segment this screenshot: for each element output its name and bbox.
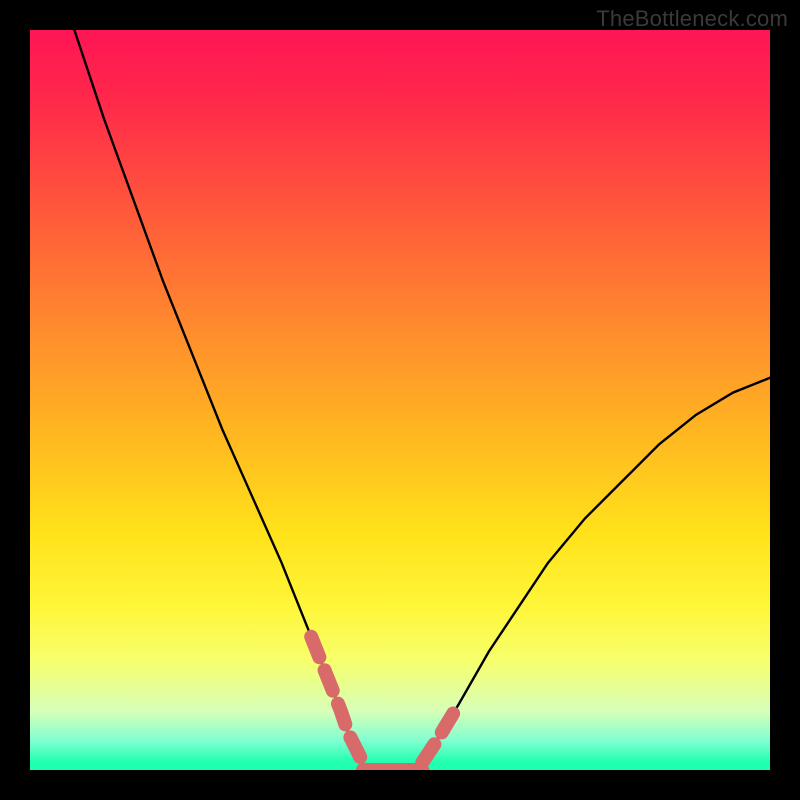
highlight-right bbox=[422, 703, 459, 762]
highlight-left bbox=[311, 637, 363, 763]
watermark-text: TheBottleneck.com bbox=[596, 6, 788, 32]
curve-layer bbox=[30, 30, 770, 770]
plot-area bbox=[30, 30, 770, 770]
bottleneck-curve bbox=[74, 30, 770, 770]
chart-frame: TheBottleneck.com bbox=[0, 0, 800, 800]
